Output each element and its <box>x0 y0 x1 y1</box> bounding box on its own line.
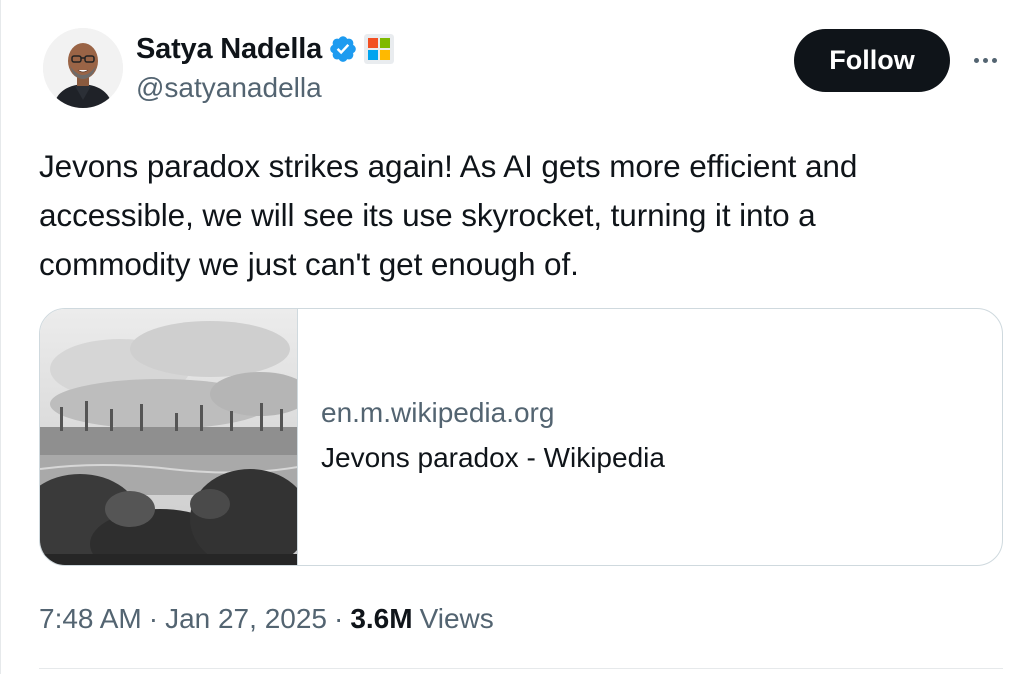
tweet-text: Jevons paradox strikes again! As AI gets… <box>39 142 999 289</box>
tweet-time[interactable]: 7:48 AM <box>39 603 142 635</box>
tweet-meta: 7:48 AM · Jan 27, 2025 · 3.6M Views <box>39 600 494 638</box>
microsoft-affiliate-badge-icon[interactable] <box>364 34 394 64</box>
meta-separator: · <box>148 603 159 634</box>
views-label[interactable]: Views <box>420 603 494 635</box>
divider <box>39 668 1003 669</box>
avatar[interactable] <box>43 28 123 108</box>
author-name-row: Satya Nadella <box>136 30 394 68</box>
tweet-text-line: commodity we just can't get enough of. <box>39 246 579 282</box>
tweet-container: Satya Nadella @satyanadella Follow Jevon… <box>0 0 1022 674</box>
author-handle[interactable]: @satyanadella <box>136 72 322 104</box>
meta-separator: · <box>333 603 344 634</box>
tweet-text-line: Jevons paradox strikes again! As AI gets… <box>39 148 858 184</box>
more-options-icon[interactable] <box>965 42 1005 78</box>
views-count[interactable]: 3.6M <box>350 603 412 635</box>
tweet-text-line: accessible, we will see its use skyrocke… <box>39 197 816 233</box>
follow-button[interactable]: Follow <box>794 29 950 92</box>
author-display-name[interactable]: Satya Nadella <box>136 33 322 66</box>
link-title: Jevons paradox - Wikipedia <box>321 442 665 473</box>
verified-badge-icon[interactable] <box>328 34 358 64</box>
link-preview-image[interactable] <box>40 309 298 565</box>
tweet-date[interactable]: Jan 27, 2025 <box>165 603 327 635</box>
link-domain: en.m.wikipedia.org <box>321 397 555 428</box>
link-preview-card[interactable]: en.m.wikipedia.org Jevons paradox - Wiki… <box>39 308 1003 566</box>
